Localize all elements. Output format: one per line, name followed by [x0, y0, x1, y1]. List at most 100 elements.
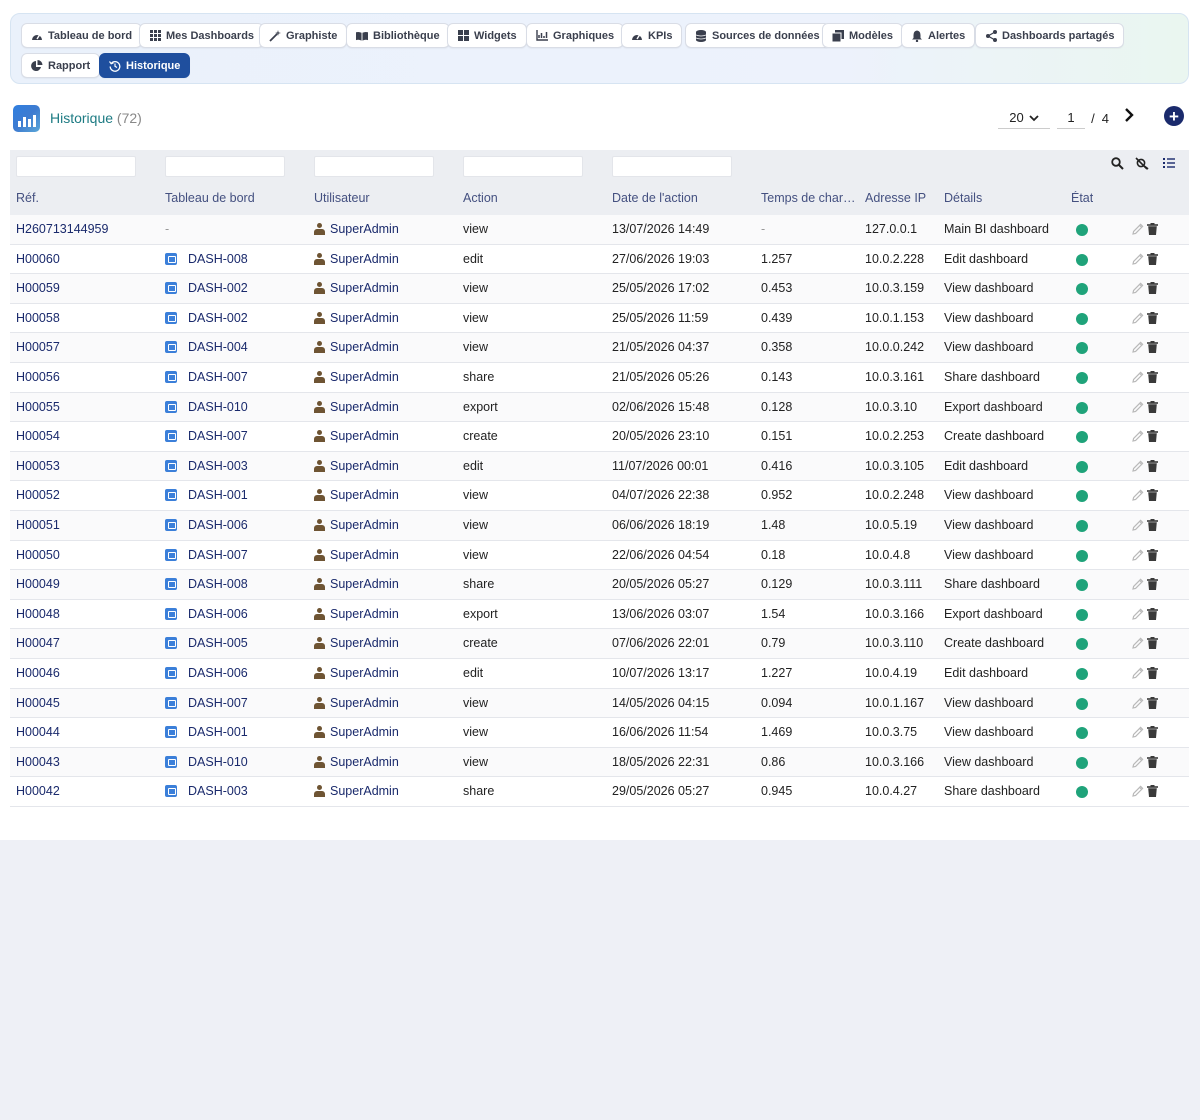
- dashboard-link[interactable]: DASH-010: [165, 755, 248, 769]
- user-link[interactable]: SuperAdmin: [314, 488, 399, 502]
- table-row[interactable]: H00050 DASH-007 SuperAdmin view 22/06/2026 0…: [10, 541, 1189, 571]
- edit-icon[interactable]: [1132, 282, 1144, 297]
- trash-icon[interactable]: [1147, 548, 1158, 564]
- column-header[interactable]: Temps de char…: [761, 191, 855, 205]
- column-header[interactable]: Réf.: [16, 191, 39, 205]
- ref-link[interactable]: H00058: [16, 311, 60, 325]
- user-link[interactable]: SuperAdmin: [314, 370, 399, 384]
- ref-link[interactable]: H00043: [16, 755, 60, 769]
- trash-icon[interactable]: [1147, 252, 1158, 268]
- user-link[interactable]: SuperAdmin: [314, 281, 399, 295]
- page-size-select[interactable]: 20: [998, 107, 1050, 129]
- edit-icon[interactable]: [1132, 667, 1144, 682]
- trash-icon[interactable]: [1147, 489, 1158, 504]
- nav-modeles-button[interactable]: Modèles: [822, 23, 904, 48]
- dashboard-link[interactable]: DASH-003: [165, 784, 248, 798]
- edit-icon[interactable]: [1132, 401, 1144, 416]
- nav-mes-dashboards-button[interactable]: Mes Dashboards: [139, 23, 265, 48]
- table-row[interactable]: H00054 DASH-007 SuperAdmin create 20/05/2026…: [10, 422, 1189, 452]
- user-link[interactable]: SuperAdmin: [314, 340, 399, 354]
- ref-link[interactable]: H00048: [16, 607, 60, 621]
- nav-rapport-button[interactable]: Rapport: [21, 53, 101, 78]
- dashboard-link[interactable]: DASH-006: [165, 607, 248, 621]
- ref-link[interactable]: H00044: [16, 725, 60, 739]
- ref-link[interactable]: H00056: [16, 370, 60, 384]
- trash-icon[interactable]: [1147, 370, 1158, 386]
- ref-link[interactable]: H00049: [16, 577, 60, 591]
- table-row[interactable]: H00046 DASH-006 SuperAdmin edit 10/07/2026 1…: [10, 659, 1189, 689]
- filter-date-input[interactable]: [612, 156, 732, 177]
- trash-icon[interactable]: [1147, 223, 1158, 238]
- column-header[interactable]: Date de l'action: [612, 191, 698, 205]
- dashboard-link[interactable]: DASH-001: [165, 725, 248, 739]
- trash-icon[interactable]: [1147, 311, 1158, 327]
- user-link[interactable]: SuperAdmin: [314, 459, 399, 473]
- trash-icon[interactable]: [1147, 726, 1158, 741]
- table-row[interactable]: H00045 DASH-007 SuperAdmin view 14/05/2026 0…: [10, 688, 1189, 719]
- nav-graphiques-button[interactable]: Graphiques: [526, 23, 625, 48]
- nav-sources-button[interactable]: Sources de données: [685, 23, 830, 48]
- user-link[interactable]: SuperAdmin: [314, 252, 399, 266]
- ref-link[interactable]: H00051: [16, 518, 60, 532]
- trash-icon[interactable]: [1147, 637, 1158, 652]
- edit-icon[interactable]: [1132, 489, 1144, 504]
- trash-icon[interactable]: [1147, 282, 1158, 297]
- ref-link[interactable]: H00047: [16, 636, 60, 650]
- table-row[interactable]: H00055 DASH-010 SuperAdmin export 02/06/2026…: [10, 392, 1189, 423]
- user-link[interactable]: SuperAdmin: [314, 755, 399, 769]
- user-link[interactable]: SuperAdmin: [314, 696, 399, 710]
- dashboard-link[interactable]: DASH-008: [165, 577, 248, 591]
- trash-icon[interactable]: [1147, 666, 1158, 682]
- edit-icon[interactable]: [1132, 519, 1144, 534]
- edit-icon[interactable]: [1132, 223, 1144, 238]
- user-link[interactable]: SuperAdmin: [314, 725, 399, 739]
- user-link[interactable]: SuperAdmin: [314, 311, 399, 325]
- table-row[interactable]: H00060 DASH-008 SuperAdmin edit 27/06/2026 1…: [10, 245, 1189, 275]
- edit-icon[interactable]: [1132, 312, 1144, 327]
- dashboard-link[interactable]: DASH-005: [165, 636, 248, 650]
- user-link[interactable]: SuperAdmin: [314, 400, 399, 414]
- table-row[interactable]: H00051 DASH-006 SuperAdmin view 06/06/2026 1…: [10, 510, 1189, 541]
- filter-dashboard-input[interactable]: [165, 156, 285, 177]
- edit-icon[interactable]: [1132, 460, 1144, 475]
- dashboard-link[interactable]: DASH-007: [165, 548, 248, 562]
- dashboard-link[interactable]: DASH-002: [165, 311, 248, 325]
- dashboard-link[interactable]: DASH-010: [165, 400, 248, 414]
- nav-widgets-button[interactable]: Widgets: [447, 23, 527, 48]
- next-page-button[interactable]: [1123, 104, 1135, 126]
- table-row[interactable]: H00044 DASH-001 SuperAdmin view 16/06/2026 1…: [10, 718, 1189, 748]
- ref-link[interactable]: H00060: [16, 252, 60, 266]
- table-row[interactable]: H00049 DASH-008 SuperAdmin share 20/05/2026 …: [10, 570, 1189, 600]
- user-link[interactable]: SuperAdmin: [314, 429, 399, 443]
- ref-link[interactable]: H00057: [16, 340, 60, 354]
- trash-icon[interactable]: [1147, 755, 1158, 771]
- edit-icon[interactable]: [1132, 578, 1144, 593]
- user-link[interactable]: SuperAdmin: [314, 607, 399, 621]
- table-row[interactable]: H260713144959 - SuperAdmin view 13/07/2026 1…: [10, 215, 1189, 245]
- trash-icon[interactable]: [1147, 785, 1158, 800]
- dashboard-link[interactable]: DASH-001: [165, 488, 248, 502]
- nav-tableau-de-bord-button[interactable]: Tableau de bord: [21, 23, 143, 48]
- column-list-icon[interactable]: [1163, 157, 1175, 168]
- trash-icon[interactable]: [1147, 341, 1158, 356]
- edit-icon[interactable]: [1132, 697, 1144, 712]
- edit-icon[interactable]: [1132, 785, 1144, 800]
- trash-icon[interactable]: [1147, 696, 1158, 712]
- column-header[interactable]: Détails: [944, 191, 982, 205]
- ref-link[interactable]: H00053: [16, 459, 60, 473]
- edit-icon[interactable]: [1132, 371, 1144, 386]
- ref-link[interactable]: H00055: [16, 400, 60, 414]
- edit-icon[interactable]: [1132, 430, 1144, 445]
- column-header[interactable]: Utilisateur: [314, 191, 370, 205]
- ref-link[interactable]: H00042: [16, 784, 60, 798]
- edit-icon[interactable]: [1132, 253, 1144, 268]
- nav-graphiste-button[interactable]: Graphiste: [259, 23, 348, 48]
- dashboard-link[interactable]: DASH-006: [165, 518, 248, 532]
- page-number-input[interactable]: 1: [1057, 107, 1085, 129]
- edit-icon[interactable]: [1132, 637, 1144, 652]
- edit-icon[interactable]: [1132, 341, 1144, 356]
- table-row[interactable]: H00043 DASH-010 SuperAdmin view 18/05/2026 2…: [10, 747, 1189, 778]
- nav-kpis-button[interactable]: KPIs: [621, 23, 683, 48]
- nav-bibliotheque-button[interactable]: Bibliothèque: [346, 23, 450, 48]
- column-header[interactable]: État: [1071, 191, 1093, 205]
